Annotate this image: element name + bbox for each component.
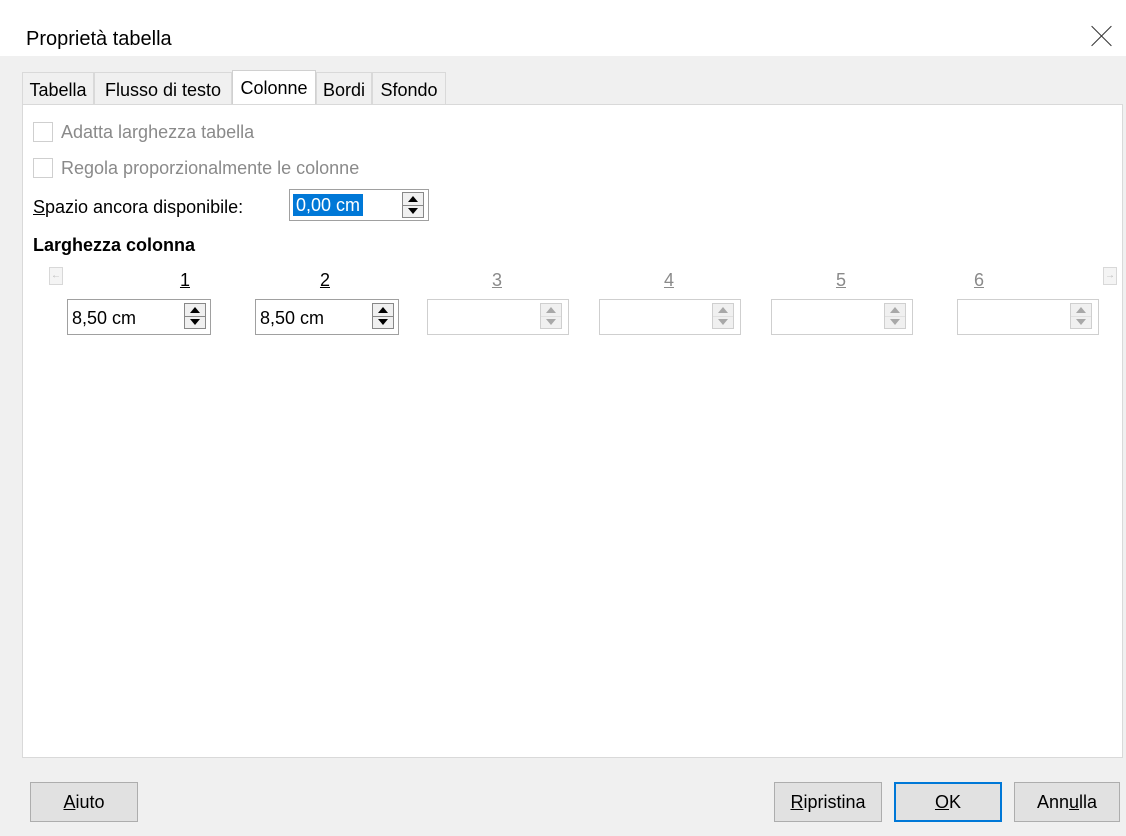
adjust-proportionally-option[interactable]: Regola proporzionalmente le colonne [33, 155, 359, 181]
column-width-spinner-3[interactable] [540, 303, 562, 329]
spin-up-icon[interactable] [373, 304, 393, 317]
spin-up-icon[interactable] [541, 304, 561, 317]
fit-width-checkbox[interactable] [33, 122, 53, 142]
spin-up-icon[interactable] [885, 304, 905, 317]
spin-down-icon[interactable] [185, 317, 205, 329]
tab-tabella[interactable]: Tabella [22, 72, 94, 104]
column-width-field-4[interactable] [599, 299, 741, 335]
dialog-footer: Aiuto Ripristina OK Annulla [0, 758, 1126, 836]
tab-sfondo[interactable]: Sfondo [372, 72, 446, 104]
adjust-proportionally-checkbox[interactable] [33, 158, 53, 178]
column-width-field-2[interactable]: 8,50 cm [255, 299, 399, 335]
remaining-space-field[interactable]: 0,00 cm [289, 189, 429, 221]
column-width-spinner-5[interactable] [884, 303, 906, 329]
remaining-space-spinner[interactable] [402, 192, 424, 218]
title-bar: Proprietà tabella [0, 0, 1126, 56]
column-width-value-2[interactable]: 8,50 cm [260, 308, 324, 329]
column-width-field-3[interactable] [427, 299, 569, 335]
spin-down-icon[interactable] [373, 317, 393, 329]
ok-button[interactable]: OK [894, 782, 1002, 822]
cancel-button[interactable]: Annulla [1014, 782, 1120, 822]
spin-down-icon[interactable] [885, 317, 905, 329]
reset-button[interactable]: Ripristina [774, 782, 882, 822]
spin-down-icon[interactable] [403, 206, 423, 218]
spin-up-icon[interactable] [185, 304, 205, 317]
column-width-spinner-1[interactable] [184, 303, 206, 329]
columns-panel: Adatta larghezza tabella Regola proporzi… [22, 104, 1123, 758]
spin-down-icon[interactable] [1071, 317, 1091, 329]
column-width-field-6[interactable] [957, 299, 1099, 335]
column-number-4: 4 [663, 270, 674, 290]
column-number-6: 6 [973, 270, 984, 290]
column-width-field-5[interactable] [771, 299, 913, 335]
spin-up-icon[interactable] [713, 304, 733, 317]
scroll-left-icon[interactable]: ← [49, 267, 63, 285]
scroll-right-icon[interactable]: → [1103, 267, 1117, 285]
column-number-1: 1 [179, 270, 190, 290]
help-button[interactable]: Aiuto [30, 782, 138, 822]
column-number-5: 5 [835, 270, 846, 290]
column-width-heading: Larghezza colonna [33, 235, 196, 255]
table-properties-dialog: Proprietà tabella Tabella Flusso di test… [0, 0, 1126, 836]
spin-down-icon[interactable] [541, 317, 561, 329]
column-width-field-1[interactable]: 8,50 cm [67, 299, 211, 335]
column-width-value-1[interactable]: 8,50 cm [72, 308, 136, 329]
column-width-spinner-4[interactable] [712, 303, 734, 329]
remaining-space-label: Spazio ancora disponibile: [33, 197, 244, 217]
column-width-spinner-2[interactable] [372, 303, 394, 329]
close-icon[interactable] [1088, 22, 1116, 50]
adjust-proportionally-label: Regola proporzionalmente le colonne [61, 157, 360, 178]
spin-up-icon[interactable] [403, 193, 423, 206]
dialog-title: Proprietà tabella [26, 28, 172, 50]
remaining-space-value[interactable]: 0,00 cm [293, 194, 364, 216]
spin-up-icon[interactable] [1071, 304, 1091, 317]
tab-colonne[interactable]: Colonne [232, 70, 316, 104]
column-number-3: 3 [491, 270, 502, 290]
spin-down-icon[interactable] [713, 317, 733, 329]
column-width-spinner-6[interactable] [1070, 303, 1092, 329]
column-number-2: 2 [319, 270, 330, 290]
fit-width-option[interactable]: Adatta larghezza tabella [33, 119, 254, 145]
tab-bordi[interactable]: Bordi [316, 72, 372, 104]
tab-flusso-di-testo[interactable]: Flusso di testo [94, 72, 232, 104]
fit-width-label: Adatta larghezza tabella [61, 121, 255, 142]
